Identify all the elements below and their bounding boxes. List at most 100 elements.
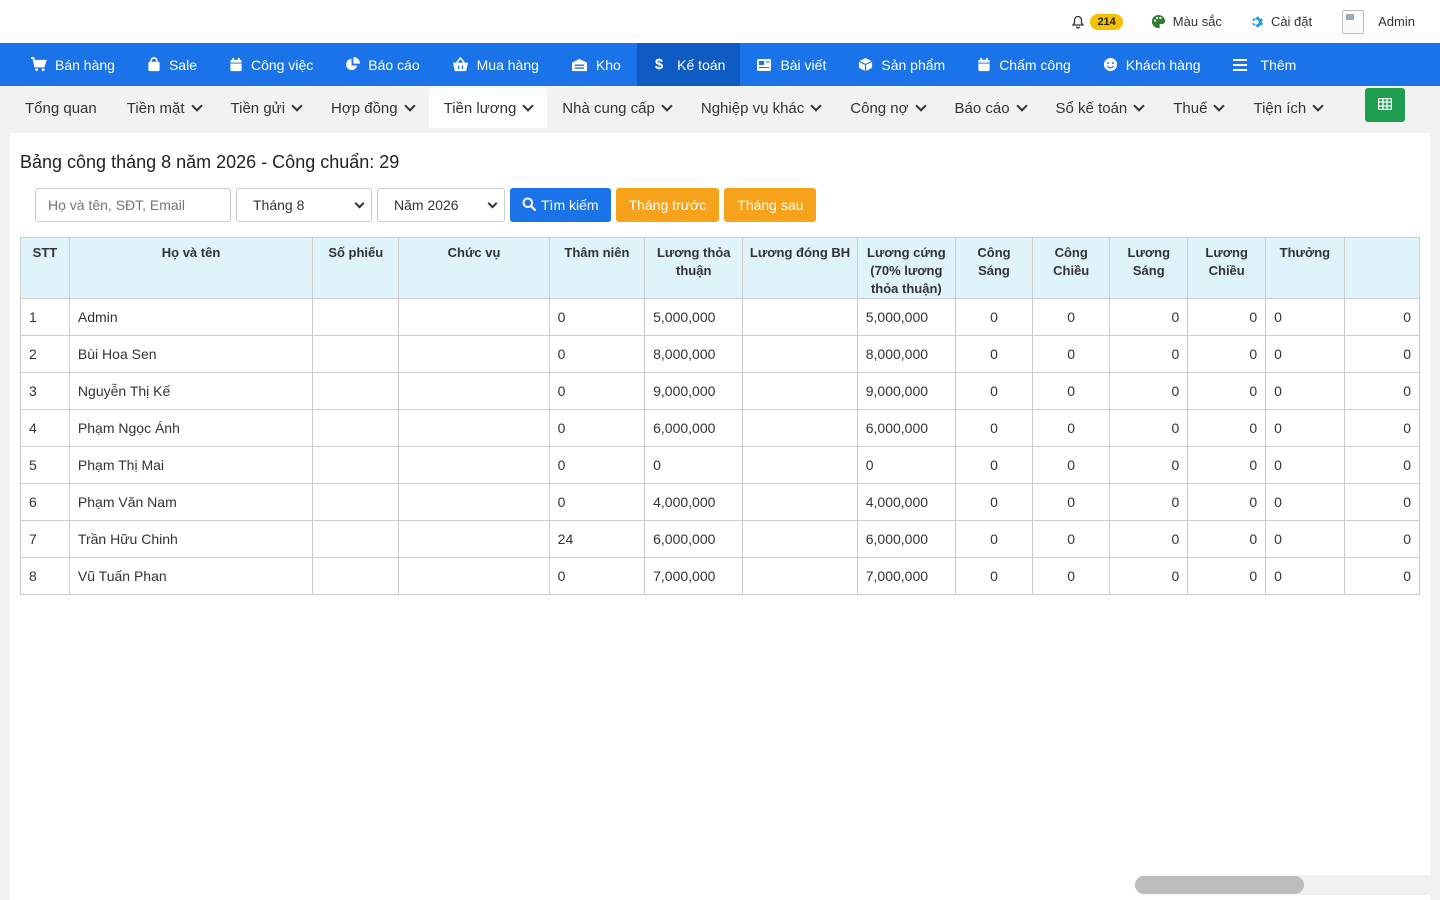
tab-tien-gui[interactable]: Tiền gửi [216, 88, 317, 128]
table-cell: 5 [20, 446, 70, 484]
table-cell: 0 [1187, 409, 1267, 447]
table-cell: 0 [1032, 483, 1111, 521]
table-cell: 0 [954, 557, 1034, 595]
nav-ban-hang[interactable]: Bán hàng [14, 43, 131, 86]
table-cell: Phạm Văn Nam [68, 483, 314, 521]
nav-cham-cong[interactable]: Chấm công [961, 43, 1087, 86]
payroll-table-container: STT Họ và tên Số phiếu Chức vụ Thâm niên Lươn… [20, 237, 1420, 595]
table-row[interactable]: 8 Vũ Tuấn Phan 0 7,000,000 7,000,000 0 0 0 0 0 0 [20, 557, 1420, 595]
nav-label: Kho [595, 56, 621, 73]
table-cell: 1 [20, 298, 70, 336]
next-month-button[interactable]: Tháng sau [724, 188, 817, 222]
table-cell: 0 [954, 446, 1034, 484]
table-cell: 0 [954, 409, 1034, 447]
search-input[interactable] [35, 188, 231, 222]
color-theme-label: Màu sắc [1172, 14, 1222, 29]
table-row[interactable]: 7 Trần Hữu Chinh 24 6,000,000 6,000,000 0 0 0 0 0… [20, 520, 1420, 558]
table-cell: 9,000,000 [856, 372, 956, 410]
table-row[interactable]: 6 Phạm Văn Nam 0 4,000,000 4,000,000 0 0 0 0 0 0 [20, 483, 1420, 521]
smile-icon [1103, 57, 1118, 72]
tab-thue[interactable]: Thuế [1158, 88, 1238, 128]
chevron-down-icon [487, 198, 498, 208]
nav-cong-viec[interactable]: Công việc [213, 43, 329, 86]
chevron-down-icon [661, 100, 673, 112]
nav-bai-viet[interactable]: Bài viết [740, 43, 842, 86]
nav-kho[interactable]: Kho [555, 43, 637, 86]
table-cell: 0 [1109, 298, 1189, 336]
table-cell: 0 [1187, 557, 1267, 595]
next-month-label: Tháng sau [737, 197, 804, 213]
menu-icon [1232, 58, 1247, 71]
table-cell: 4 [20, 409, 70, 447]
horizontal-scrollbar[interactable] [1135, 875, 1435, 895]
table-cell: 0 [1265, 483, 1345, 521]
bell-icon [1071, 15, 1085, 29]
tab-label: Hợp đồng [331, 99, 398, 117]
table-row[interactable]: 1 Admin 0 5,000,000 5,000,000 0 0 0 0 0 0 [20, 298, 1420, 336]
column-header: STT [20, 237, 70, 299]
prev-month-button[interactable]: Tháng trước [615, 188, 720, 222]
table-cell: 0 [1343, 520, 1420, 558]
tab-label: Tiền gửi [230, 99, 286, 117]
nav-label: Bài viết [780, 56, 827, 73]
nav-san-pham[interactable]: Sản phẩm [842, 43, 961, 86]
table-cell [312, 409, 400, 447]
tab-tien-mat[interactable]: Tiền mặt [112, 88, 216, 128]
table-cell: 0 [1265, 372, 1345, 410]
calendar-icon [229, 57, 243, 72]
table-cell: 0 [1032, 520, 1111, 558]
table-cell: 0 [1032, 372, 1111, 410]
color-theme-button[interactable]: Màu sắc [1151, 14, 1222, 29]
table-cell [742, 372, 858, 410]
excel-export-button[interactable] [1365, 88, 1405, 122]
nav-label: Báo cáo [368, 56, 420, 73]
table-cell [312, 520, 400, 558]
table-row[interactable]: 5 Phạm Thị Mai 0 0 0 0 0 0 0 0 0 [20, 446, 1420, 484]
table-row[interactable]: 3 Nguyễn Thị Kế 0 9,000,000 9,000,000 0 0 0 0 0 0 [20, 372, 1420, 410]
nav-sale[interactable]: Sale [131, 43, 213, 86]
table-row[interactable]: 4 Phạm Ngọc Ánh 0 6,000,000 6,000,000 0 0 0 0 0 0 [20, 409, 1420, 447]
nav-bao-cao[interactable]: Báo cáo [329, 43, 435, 86]
table-row[interactable]: 2 Bùi Hoa Sen 0 8,000,000 8,000,000 0 0 0 0 0 0 [20, 335, 1420, 373]
tab-label: Báo cáo [954, 99, 1010, 117]
scrollbar-thumb[interactable] [1135, 876, 1304, 894]
table-cell: Nguyễn Thị Kế [68, 372, 314, 410]
tab-nha-cung-cap[interactable]: Nhà cung cấp [547, 88, 686, 128]
table-cell: 0 [548, 483, 646, 521]
tab-cong-no[interactable]: Công nợ [835, 88, 939, 128]
chevron-down-icon [1312, 100, 1324, 112]
table-cell: 2 [20, 335, 70, 373]
settings-label: Cài đặt [1270, 14, 1313, 29]
tab-hop-dong[interactable]: Hợp đồng [316, 88, 429, 128]
table-cell: 0 [1265, 409, 1345, 447]
table-cell [742, 446, 858, 484]
table-cell: 0 [1032, 335, 1111, 373]
notification-button[interactable]: 214 [1071, 13, 1123, 30]
chevron-down-icon [403, 100, 416, 112]
search-button[interactable]: Tìm kiếm [510, 188, 611, 222]
table-cell [312, 372, 400, 410]
nav-khach-hang[interactable]: Khách hàng [1087, 43, 1217, 86]
nav-label: Sản phẩm [881, 56, 946, 73]
tab-tong-quan[interactable]: Tổng quan [10, 88, 112, 128]
month-select[interactable]: Tháng 8 [236, 188, 372, 222]
user-menu[interactable]: Admin [1342, 9, 1415, 34]
tab-so-ke-toan[interactable]: Sổ kế toán [1041, 88, 1159, 128]
tab-tien-ich[interactable]: Tiện ích [1238, 88, 1337, 128]
table-cell: 0 [1343, 483, 1420, 521]
table-cell [742, 520, 858, 558]
settings-button[interactable]: Cài đặt [1250, 14, 1312, 29]
table-cell: 8 [20, 557, 70, 595]
year-select[interactable]: Năm 2026 [377, 188, 505, 222]
table-cell: 8,000,000 [644, 335, 744, 373]
table-cell: 0 [954, 335, 1034, 373]
column-header: Lương Chiều [1187, 237, 1267, 299]
tab-tien-luong[interactable]: Tiền lương [428, 88, 548, 128]
nav-them[interactable]: Thêm [1217, 43, 1313, 86]
nav-ke-toan[interactable]: $ Kế toán [636, 43, 741, 86]
tab-bao-cao[interactable]: Báo cáo [940, 88, 1041, 128]
chevron-down-icon [1213, 100, 1226, 112]
column-header: Họ và tên [68, 237, 314, 299]
tab-nghiep-vu-khac[interactable]: Nghiệp vụ khác [686, 88, 835, 128]
nav-mua-hang[interactable]: Mua hàng [436, 43, 555, 86]
